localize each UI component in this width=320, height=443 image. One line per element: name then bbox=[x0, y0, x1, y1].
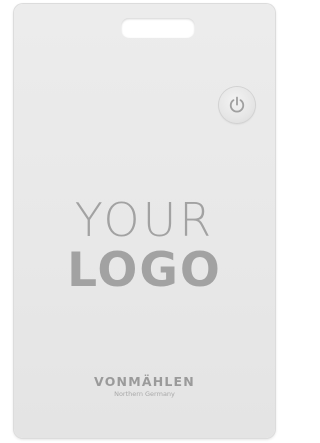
brand-mark: VONMÄHLEN Northern Germany bbox=[14, 375, 275, 399]
product-scene: YOUR LOGO VONMÄHLEN Northern Germany bbox=[0, 0, 290, 443]
power-icon bbox=[229, 96, 245, 113]
brand-name: VONMÄHLEN bbox=[94, 374, 195, 389]
id-card: YOUR LOGO VONMÄHLEN Northern Germany bbox=[14, 4, 275, 438]
logo-placeholder-line1: YOUR bbox=[74, 193, 215, 247]
logo-placeholder-line2: LOGO bbox=[67, 243, 222, 298]
power-button[interactable] bbox=[219, 87, 255, 123]
lanyard-slot bbox=[121, 18, 195, 38]
logo-placeholder: YOUR LOGO bbox=[14, 196, 275, 296]
brand-tagline: Northern Germany bbox=[114, 390, 175, 398]
